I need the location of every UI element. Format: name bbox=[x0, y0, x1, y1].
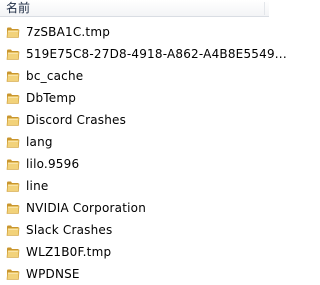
folder-name: WPDNSE bbox=[26, 267, 80, 281]
list-item[interactable]: lilo.9596 bbox=[0, 153, 269, 175]
folder-icon bbox=[6, 69, 20, 83]
list-item[interactable]: 519E75C8-27D8-4918-A862-A4B8E5549... bbox=[0, 43, 287, 65]
column-divider[interactable] bbox=[264, 2, 265, 15]
folder-icon bbox=[6, 267, 20, 281]
folder-list: 7zSBA1C.tmp 519E75C8-27D8-4918-A862-A4B8E… bbox=[0, 21, 287, 285]
folder-icon bbox=[6, 201, 20, 215]
list-item[interactable]: Discord Crashes bbox=[0, 109, 269, 131]
folder-name: DbTemp bbox=[26, 91, 77, 105]
folder-name: 7zSBA1C.tmp bbox=[26, 25, 111, 39]
list-item[interactable]: line bbox=[0, 175, 269, 197]
folder-icon bbox=[6, 91, 20, 105]
folder-name: line bbox=[26, 179, 49, 193]
folder-name: bc_cache bbox=[26, 69, 84, 83]
file-list-view: 名前 7zSBA1C.tmp 519E75C8-27D8-4918-A862-A4… bbox=[0, 0, 287, 285]
list-item[interactable]: bc_cache bbox=[0, 65, 269, 87]
list-item[interactable]: WLZ1B0F.tmp bbox=[0, 241, 269, 263]
folder-icon bbox=[6, 245, 20, 259]
folder-name: NVIDIA Corporation bbox=[26, 201, 147, 215]
folder-name: 519E75C8-27D8-4918-A862-A4B8E5549... bbox=[26, 47, 287, 61]
folder-name: Discord Crashes bbox=[26, 113, 127, 127]
folder-icon bbox=[6, 113, 20, 127]
column-header: 名前 bbox=[0, 0, 269, 17]
name-column-header[interactable]: 名前 bbox=[6, 0, 30, 17]
list-item[interactable]: 7zSBA1C.tmp bbox=[0, 21, 269, 43]
folder-icon bbox=[6, 47, 20, 61]
folder-name: lang bbox=[26, 135, 53, 149]
list-item[interactable]: WPDNSE bbox=[0, 263, 269, 285]
list-item[interactable]: Slack Crashes bbox=[0, 219, 269, 241]
folder-name: WLZ1B0F.tmp bbox=[26, 245, 112, 259]
folder-icon bbox=[6, 223, 20, 237]
folder-icon bbox=[6, 157, 20, 171]
list-item[interactable]: lang bbox=[0, 131, 269, 153]
folder-icon bbox=[6, 135, 20, 149]
folder-name: lilo.9596 bbox=[26, 157, 80, 171]
folder-name: Slack Crashes bbox=[26, 223, 113, 237]
list-item[interactable]: DbTemp bbox=[0, 87, 269, 109]
list-item[interactable]: NVIDIA Corporation bbox=[0, 197, 269, 219]
folder-icon bbox=[6, 179, 20, 193]
folder-icon bbox=[6, 25, 20, 39]
